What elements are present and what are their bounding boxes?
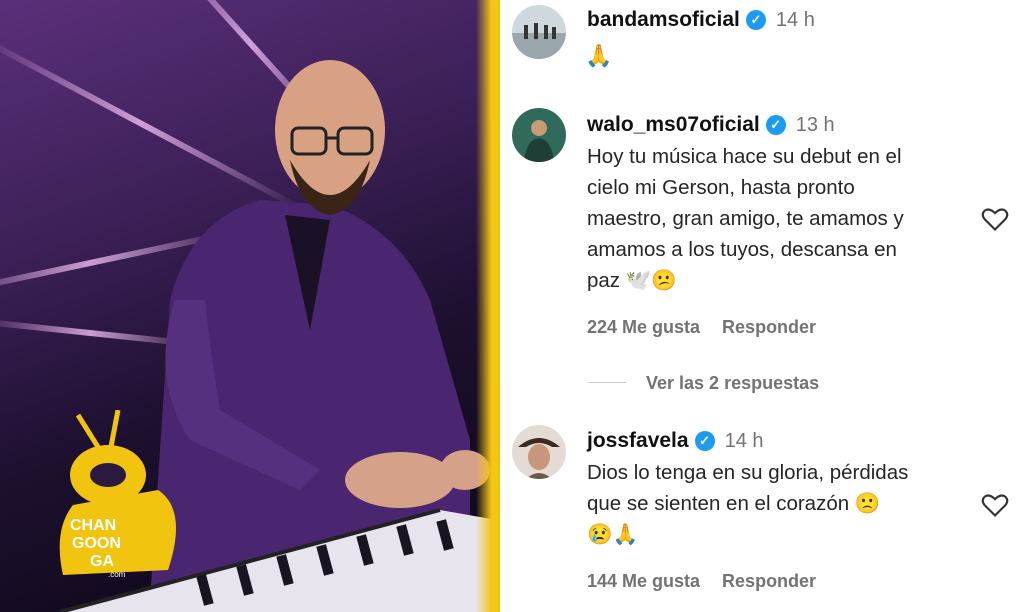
avatar-walo[interactable] [512,108,566,162]
verified-badge-icon: ✓ [765,115,786,135]
heart-icon[interactable] [981,492,1009,518]
comment-time: 13 h [795,114,835,136]
avatar-jossfavela[interactable] [512,425,566,479]
like-count[interactable]: 224 Me gusta [587,317,700,337]
svg-text:GOON: GOON [72,535,121,552]
comment-time: 14 h [724,430,764,452]
comment-text: 🙏 [585,43,613,68]
changoonga-logo: CHAN GOON GA .com [48,409,198,580]
comment-time: 14 h [775,9,815,31]
reply-button[interactable]: Responder [722,571,816,591]
comment-username[interactable]: bandamsoficial ✓ 14 h [587,8,815,32]
photo-panel: CHAN GOON GA .com [0,0,497,612]
yellow-edge [476,0,498,612]
comment-text: Dios lo tenga en su gloria, pérdidas que… [587,461,909,546]
reply-button[interactable]: Responder [722,317,816,337]
like-count[interactable]: 144 Me gusta [587,571,700,591]
replies-line [588,382,626,383]
comments-panel: bandamsoficial ✓ 14 h 🙏 walo_ms07oficial ✓ 1… [500,0,1024,612]
avatar-bandamsoficial[interactable] [512,5,566,59]
verified-badge-icon: ✓ [745,10,766,30]
comment-username[interactable]: jossfavela ✓ 14 h [587,429,764,453]
comment-text: Hoy tu música hace su debut en el cielo … [587,145,904,292]
svg-text:GA: GA [90,553,114,570]
comment-meta: 144 Me gusta Responder [587,571,838,592]
comment-username[interactable]: walo_ms07oficial ✓ 13 h [587,113,835,137]
svg-text:.com: .com [108,570,126,579]
comment-meta: 224 Me gusta Responder [587,317,838,338]
heart-icon[interactable] [981,206,1009,232]
verified-badge-icon: ✓ [694,431,715,451]
svg-text:CHAN: CHAN [70,517,116,534]
view-replies-button[interactable]: Ver las 2 respuestas [588,373,819,394]
